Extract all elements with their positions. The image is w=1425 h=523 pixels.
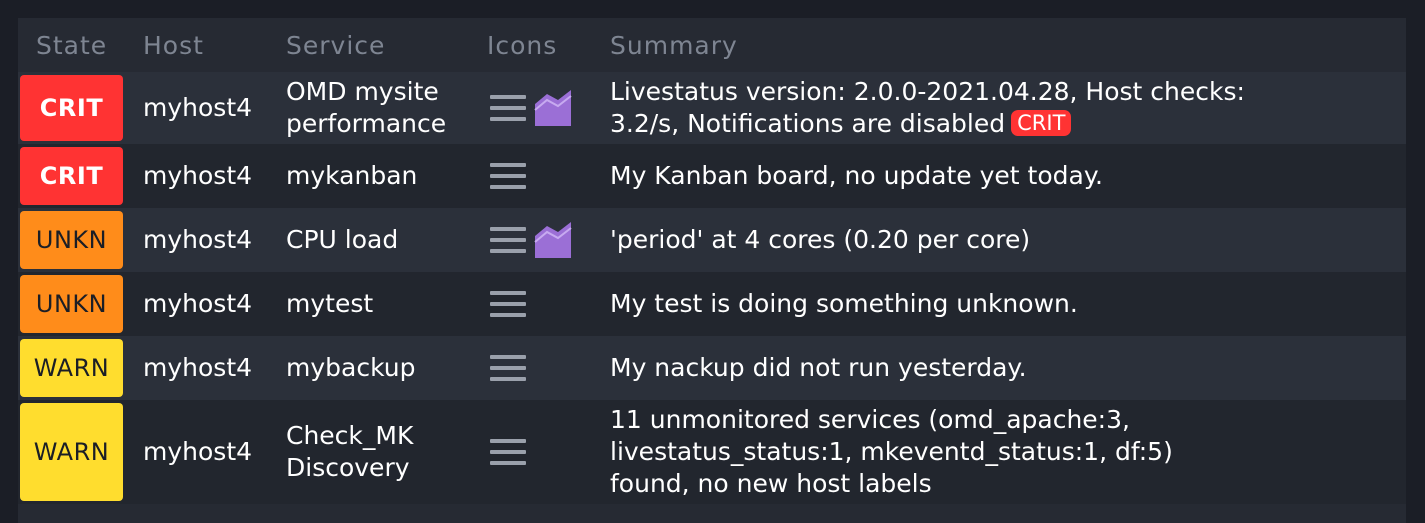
summary-line: 3.2/s, Notifications are disabled CRIT (610, 108, 1245, 140)
table-row[interactable]: WARN myhost4 Check_MK Discovery 11 unmonitor… (18, 400, 1406, 504)
summary-text: Livestatus version: 2.0.0-2021.04.28, Ho… (610, 76, 1245, 140)
summary-line: My nackup did not run yesterday. (610, 352, 1027, 384)
host-link[interactable]: myhost4 (143, 92, 252, 124)
row-icons (490, 222, 572, 258)
state-badge: CRIT (20, 147, 123, 205)
row-icons (490, 286, 526, 322)
service-name-line: mytest (286, 289, 374, 318)
summary-line: 'period' at 4 cores (0.20 per core) (610, 224, 1030, 256)
row-icons (490, 350, 526, 386)
summary-text: My nackup did not run yesterday. (610, 352, 1027, 384)
summary-text: My test is doing something unknown. (610, 288, 1078, 320)
header-summary[interactable]: Summary (610, 31, 738, 60)
state-badge: UNKN (20, 275, 123, 333)
summary-line-text: My nackup did not run yesterday. (610, 353, 1027, 382)
menu-icon[interactable] (490, 291, 526, 317)
host-link[interactable]: myhost4 (143, 288, 252, 320)
service-name-line: mybackup (286, 353, 416, 382)
service-link[interactable]: mytest (286, 288, 373, 320)
summary-line-text: My Kanban board, no update yet today. (610, 161, 1104, 190)
state-badge: UNKN (20, 211, 123, 269)
graph-icon[interactable] (534, 222, 572, 258)
state-badge: WARN (20, 339, 123, 397)
menu-icon[interactable] (490, 439, 526, 465)
summary-text: 'period' at 4 cores (0.20 per core) (610, 224, 1030, 256)
service-name-line: performance (286, 109, 447, 138)
summary-text: 11 unmonitored services (omd_apache:3,li… (610, 404, 1173, 500)
service-name-line: OMD mysite (286, 77, 439, 106)
host-link[interactable]: myhost4 (143, 352, 252, 384)
header-state[interactable]: State (36, 31, 107, 60)
menu-icon[interactable] (490, 355, 526, 381)
summary-line: My test is doing something unknown. (610, 288, 1078, 320)
service-name-line: mykanban (286, 161, 418, 190)
service-link[interactable]: mykanban (286, 160, 417, 192)
summary-text: My Kanban board, no update yet today. (610, 160, 1103, 192)
summary-line-text: My test is doing something unknown. (610, 289, 1078, 318)
graph-icon[interactable] (534, 90, 572, 126)
summary-line: Livestatus version: 2.0.0-2021.04.28, Ho… (610, 76, 1245, 108)
service-name-line: Discovery (286, 453, 410, 482)
table-row[interactable]: WARN myhost4 mybackup My nackup did not run… (18, 336, 1406, 400)
service-name-line: Check_MK (286, 421, 414, 450)
summary-line: My Kanban board, no update yet today. (610, 160, 1103, 192)
menu-icon[interactable] (490, 163, 526, 189)
host-link[interactable]: myhost4 (143, 436, 252, 468)
summary-crit-badge: CRIT (1011, 110, 1072, 136)
header-service[interactable]: Service (286, 31, 385, 60)
summary-line: found, no new host labels (610, 468, 1173, 500)
summary-line-text: 11 unmonitored services (omd_apache:3, (610, 405, 1130, 434)
table-row[interactable]: CRIT myhost4 OMD mysite performance Livestat… (18, 72, 1406, 144)
summary-line: 11 unmonitored services (omd_apache:3, (610, 404, 1173, 436)
table-row[interactable]: UNKN myhost4 mytest My test is doing someth… (18, 272, 1406, 336)
table-header: State Host Service Icons Summary (18, 18, 1406, 72)
state-badge: CRIT (20, 75, 123, 141)
row-icons (490, 434, 526, 470)
row-icons (490, 90, 572, 126)
service-link[interactable]: OMD mysite performance (286, 76, 446, 140)
header-icons[interactable]: Icons (487, 31, 557, 60)
row-icons (490, 158, 526, 194)
header-host[interactable]: Host (143, 31, 204, 60)
summary-line-text: 'period' at 4 cores (0.20 per core) (610, 225, 1031, 254)
menu-icon[interactable] (490, 227, 526, 253)
menu-icon[interactable] (490, 95, 526, 121)
table-row[interactable]: UNKN myhost4 CPU load 'period' at 4 cores (… (18, 208, 1406, 272)
service-name-line: CPU load (286, 225, 399, 254)
summary-line-text: found, no new host labels (610, 469, 932, 498)
summary-line-text: Livestatus version: 2.0.0-2021.04.28, Ho… (610, 77, 1245, 106)
service-link[interactable]: Check_MK Discovery (286, 420, 413, 484)
table-row[interactable]: CRIT myhost4 mykanban My Kanban board, no u… (18, 144, 1406, 208)
host-link[interactable]: myhost4 (143, 160, 252, 192)
service-link[interactable]: mybackup (286, 352, 416, 384)
state-badge: WARN (20, 403, 123, 501)
summary-line: livestatus_status:1, mkeventd_status:1, … (610, 436, 1173, 468)
summary-line-text: livestatus_status:1, mkeventd_status:1, … (610, 437, 1173, 466)
services-table: State Host Service Icons Summary CRIT myh… (18, 18, 1406, 523)
service-link[interactable]: CPU load (286, 224, 398, 256)
summary-line-text: 3.2/s, Notifications are disabled (610, 109, 1006, 138)
host-link[interactable]: myhost4 (143, 224, 252, 256)
